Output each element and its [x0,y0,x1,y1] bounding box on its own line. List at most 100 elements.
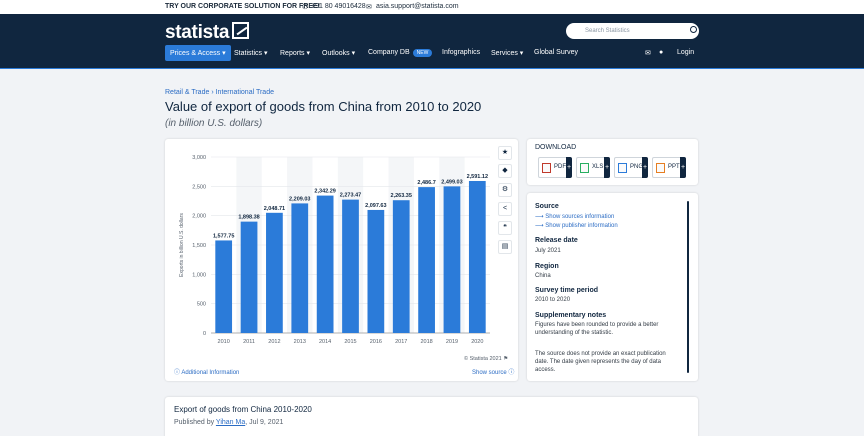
statista-logo-mark[interactable] [232,22,249,39]
phone-number[interactable]: +91 80 49016428 [311,3,366,10]
download-title: DOWNLOAD [535,144,577,151]
star-icon[interactable]: ★ [498,146,512,160]
bar [443,186,461,333]
nav-services[interactable]: Services ▾ [491,45,523,61]
statista-logo[interactable]: statista [165,22,229,44]
email-icon: ✉ [366,4,372,11]
top-bar: TRY OUR CORPORATE SOLUTION FOR FREE! ✆ +… [0,0,864,14]
data-label: 2,097.63 [365,203,386,209]
info-scrollbar[interactable] [687,201,689,373]
data-label: 2,273.47 [340,193,361,199]
bar [266,212,283,333]
login-link[interactable]: Login [677,45,694,61]
x-tick-label: 2011 [243,339,255,345]
bar [418,187,435,333]
supplementary-notes-text-2: The source does not provide an exact pub… [535,351,666,373]
x-tick-label: 2018 [420,339,432,345]
bell-icon[interactable]: ◆ [498,164,512,178]
data-label: 2,591.12 [467,174,488,180]
flag-icon: ⚑ [503,356,509,362]
search-input[interactable]: Search Statistics [566,23,699,39]
data-label: 2,209.03 [289,196,310,202]
y-tick-label: 500 [197,302,206,308]
bar [215,240,233,333]
description-title: Export of goods from China 2010-2020 [174,405,312,414]
x-tick-label: 2010 [218,339,230,345]
show-sources-link[interactable]: ⟶ Show sources information [535,213,614,220]
print-icon[interactable]: ▤ [498,240,512,254]
new-badge: NEW [412,49,433,57]
header-accent-line [0,68,864,69]
nav-outlooks[interactable]: Outlooks ▾ [322,45,355,61]
bar-chart: 0 500 1,000 1,500 2,000 2,500 3,000 Exports in … [179,155,490,345]
bar [342,199,359,333]
publication-meta: Published by Yihan Ma, Jul 9, 2021 [174,419,284,426]
bar [291,203,309,333]
page-title: Value of export of goods from China from… [165,99,482,114]
release-date-label: Release date [535,237,578,244]
nav-prices-access[interactable]: Prices & Access ▾ [165,45,231,61]
release-date-value: July 2021 [535,248,561,254]
x-tick-label: 2015 [344,339,356,345]
bar [468,180,486,333]
download-png-plus[interactable]: + [642,157,648,178]
promo-link[interactable]: TRY OUR CORPORATE SOLUTION FOR FREE! [165,3,320,10]
region-value: China [535,273,551,279]
data-label: 2,499.03 [441,179,462,185]
y-tick-label: 2,500 [192,184,206,190]
author-link[interactable]: Yihan Ma [216,419,245,426]
data-label: 2,263.35 [391,193,412,199]
y-tick-label: 0 [203,331,206,337]
breadcrumb-separator: › [211,89,214,96]
nav-statistics[interactable]: Statistics ▾ [234,45,267,61]
phone-icon: ✆ [302,4,308,11]
share-icon[interactable]: < [498,202,512,216]
bar [240,221,258,333]
download-pdf-plus[interactable]: + [566,157,572,178]
x-tick-label: 2012 [268,339,280,345]
data-label: 2,486.7 [417,180,435,186]
nav-reports[interactable]: Reports ▾ [280,45,310,61]
show-source-link[interactable]: Show source ⓘ [472,367,514,376]
show-publisher-link[interactable]: ⟶ Show publisher information [535,222,618,229]
breadcrumb-international-trade[interactable]: International Trade [216,89,274,96]
user-icon[interactable]: ● [659,45,663,61]
x-tick-label: 2020 [471,339,483,345]
gear-icon[interactable]: ⚙ [498,183,512,197]
supplementary-notes-label: Supplementary notes [535,312,607,319]
y-tick-label: 3,000 [192,155,206,161]
download-ppt-plus[interactable]: + [680,157,686,178]
nav-infographics[interactable]: Infographics [442,45,480,61]
y-axis-label: Exports in billion U.S. dollars [179,213,185,277]
y-tick-label: 2,000 [192,214,206,220]
email-link[interactable]: asia.support@statista.com [376,3,459,10]
nav-company-db[interactable]: Company DB NEW [368,45,433,61]
bar [392,200,410,333]
survey-period-value: 2010 to 2020 [535,297,571,303]
xls-file-icon [580,163,589,173]
ppt-file-icon [656,163,665,173]
quote-icon[interactable]: ❝ [498,221,512,235]
chart-copyright: © Statista 2021 ⚑ [464,356,509,362]
x-tick-label: 2019 [446,339,458,345]
x-tick-label: 2016 [370,339,382,345]
data-label: 1,577.75 [213,233,234,239]
breadcrumb: Retail & Trade › International Trade [165,89,274,96]
bar [316,195,334,333]
y-tick-label: 1,000 [192,272,206,278]
nav-global-survey[interactable]: Global Survey [534,45,578,61]
mail-icon[interactable]: ✉ [645,45,651,61]
source-label: Source [535,203,559,210]
description-card [165,397,698,436]
search-icon[interactable] [690,26,697,33]
survey-period-label: Survey time period [535,287,599,294]
pdf-file-icon [542,163,551,173]
png-file-icon [618,163,627,173]
additional-information-link[interactable]: ⓘ Additional Information [174,367,239,376]
data-label: 1,898.38 [238,215,259,221]
page-subtitle: (in billion U.S. dollars) [165,118,263,129]
download-xls-plus[interactable]: + [604,157,610,178]
x-tick-label: 2013 [294,339,306,345]
data-label: 2,048.71 [264,206,285,212]
breadcrumb-retail-trade[interactable]: Retail & Trade [165,89,209,96]
